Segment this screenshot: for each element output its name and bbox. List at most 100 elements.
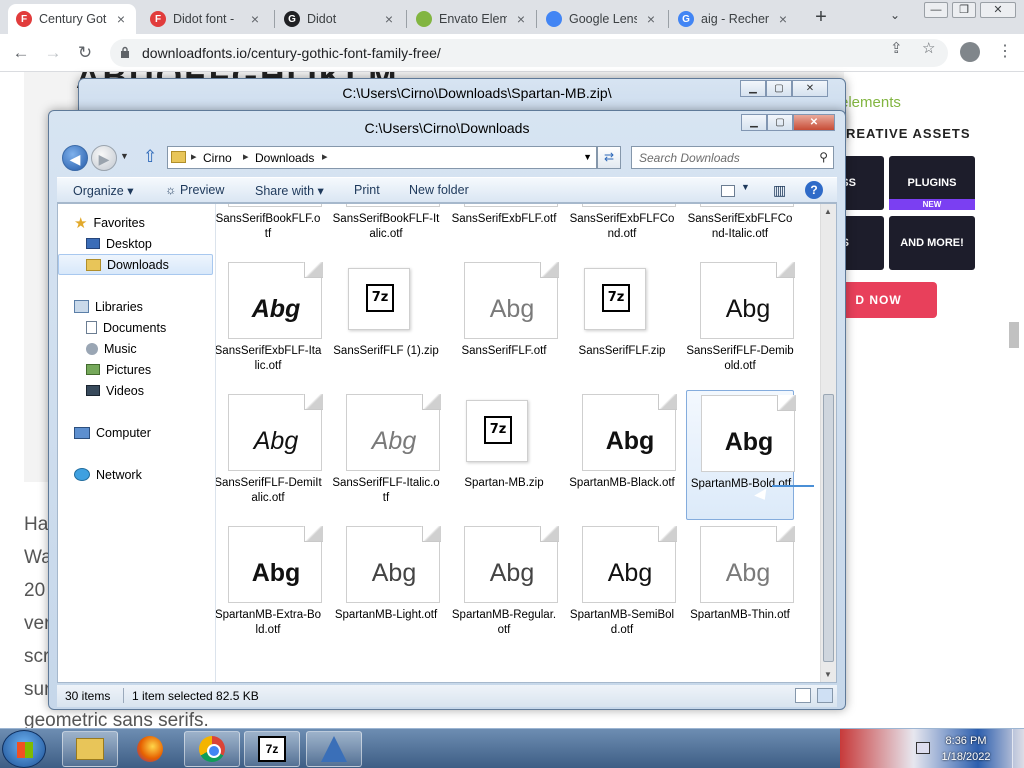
network-tray-icon[interactable]	[916, 742, 930, 754]
envato-logo[interactable]: elements	[840, 94, 901, 111]
nav-documents[interactable]: Documents	[86, 317, 166, 338]
explorer-maximize-button[interactable]: ▢	[767, 114, 793, 131]
up-folder-icon[interactable]: ⇧	[143, 147, 157, 167]
print-button[interactable]: Print	[354, 183, 380, 197]
show-desktop-button[interactable]	[1012, 729, 1024, 768]
taskbar-firefox[interactable]	[122, 731, 178, 767]
breadcrumb-cirno[interactable]: Cirno	[203, 151, 232, 165]
help-icon[interactable]: ?	[805, 181, 823, 199]
search-icon[interactable]: ⚲	[819, 150, 828, 164]
nav-network[interactable]: Network	[74, 464, 142, 485]
vertical-scrollbar[interactable]: ▲ ▼	[820, 204, 836, 682]
font-file-item[interactable]: Abg SpartanMB-Bold.otf	[686, 390, 796, 520]
nav-music[interactable]: Music	[86, 338, 137, 359]
refresh-icon[interactable]: ⇄	[597, 146, 621, 169]
restore-button[interactable]: ❐	[952, 2, 976, 18]
font-file-item[interactable]: Abg SpartanMB-Thin.otf	[686, 522, 795, 652]
breadcrumb-chevron-icon[interactable]: ▸	[191, 150, 197, 163]
font-file-item[interactable]: Abg SansSerifFLF-Demibold.otf	[686, 258, 795, 388]
tab-close-icon[interactable]: ×	[382, 11, 396, 27]
browser-tab[interactable]: Gaig - Recher ×	[670, 4, 798, 34]
tab-close-icon[interactable]: ×	[514, 11, 528, 27]
taskbar-app[interactable]	[306, 731, 362, 767]
address-breadcrumb[interactable]: ▸ Cirno ▸ Downloads ▸ ▼	[167, 146, 597, 169]
font-file-item[interactable]: Abg SansSerifFLF-Italic.otf	[332, 390, 441, 520]
font-file-item[interactable]: Abg SpartanMB-Light.otf	[332, 522, 441, 652]
nav-downloads[interactable]: Downloads	[58, 254, 213, 275]
taskbar-chrome[interactable]	[184, 731, 240, 767]
nav-libraries[interactable]: Libraries	[74, 296, 143, 317]
tab-close-icon[interactable]: ×	[114, 11, 128, 27]
preview-button[interactable]: ☼ Preview	[165, 183, 224, 197]
scroll-up-arrow-icon[interactable]: ▲	[824, 207, 832, 216]
url-text[interactable]: downloadfonts.io/century-gothic-font-fam…	[142, 45, 441, 61]
browser-tab[interactable]: Google Lens ×	[538, 4, 666, 34]
font-file-item[interactable]: Abg SansSerifBookFLF-Italic.otf	[332, 204, 440, 256]
forward-arrow-icon[interactable]: ▶	[91, 145, 117, 171]
chrome-menu-icon[interactable]: ⋮	[997, 42, 1013, 62]
address-bar[interactable]: downloadfonts.io/century-gothic-font-fam…	[110, 39, 948, 67]
zip-file-item[interactable]: 7z SansSerifFLF.zip	[568, 258, 676, 388]
address-dropdown-icon[interactable]: ▼	[583, 152, 592, 162]
scroll-down-arrow-icon[interactable]: ▼	[824, 670, 832, 679]
close-window-button[interactable]: ✕	[980, 2, 1016, 18]
preview-pane-icon[interactable]: ▥	[773, 182, 786, 199]
font-file-item[interactable]: Abg SansSerifExbFLF.otf	[450, 204, 558, 256]
nav-videos[interactable]: Videos	[86, 380, 144, 401]
font-file-item[interactable]: Abg SansSerifExbFLFCond-Italic.otf	[686, 204, 794, 256]
share-icon[interactable]: ⇪	[890, 39, 903, 57]
browser-tab[interactable]: Envato Elem ×	[408, 4, 536, 34]
profile-avatar[interactable]	[960, 42, 980, 62]
taskbar-7zip[interactable]: 7z	[244, 731, 300, 767]
minimize-button[interactable]: —	[924, 2, 948, 18]
font-file-item[interactable]: Abg SansSerifExbFLFCond.otf	[568, 204, 676, 256]
zip-maximize-button[interactable]: ▢	[766, 80, 792, 97]
taskbar-explorer[interactable]	[62, 731, 118, 767]
zip-file-item[interactable]: 7z SansSerifFLF (1).zip	[332, 258, 440, 388]
envato-tile-more[interactable]: AND MORE!	[889, 216, 975, 270]
back-arrow-icon[interactable]: ◀	[62, 145, 88, 171]
bookmark-star-icon[interactable]: ☆	[922, 39, 935, 57]
new-folder-button[interactable]: New folder	[409, 183, 469, 197]
font-file-item[interactable]: Abg SpartanMB-Extra-Bold.otf	[216, 522, 323, 652]
tab-close-icon[interactable]: ×	[776, 11, 790, 27]
page-scrollbar-thumb[interactable]	[1009, 322, 1019, 348]
browser-tab[interactable]: G Didot ×	[276, 4, 404, 34]
search-input[interactable]: Search Downloads ⚲	[631, 146, 834, 169]
font-file-item[interactable]: Abg SansSerifFLF.otf	[450, 258, 559, 388]
organize-button[interactable]: Organize ▾	[73, 183, 133, 198]
scrollbar-thumb[interactable]	[823, 394, 834, 662]
breadcrumb-chevron-icon[interactable]: ▸	[322, 150, 328, 163]
nav-computer[interactable]: Computer	[74, 422, 151, 443]
nav-pictures[interactable]: Pictures	[86, 359, 151, 380]
zip-file-item[interactable]: 7z Spartan-MB.zip	[450, 390, 558, 520]
view-dropdown-icon[interactable]: ▼	[741, 182, 750, 192]
font-file-item[interactable]: Abg SansSerifExbFLF-Italic.otf	[216, 258, 323, 388]
nav-desktop[interactable]: Desktop	[86, 233, 152, 254]
tab-search-chevron-icon[interactable]: ⌄	[890, 8, 900, 22]
tab-close-icon[interactable]: ×	[644, 11, 658, 27]
share-with-button[interactable]: Share with ▾	[255, 183, 324, 198]
back-arrow-icon[interactable]: ←	[10, 42, 32, 64]
font-file-item[interactable]: Abg SpartanMB-SemiBold.otf	[568, 522, 677, 652]
nav-favorites[interactable]: ★ Favorites	[74, 212, 145, 233]
zip-minimize-button[interactable]: ▁	[740, 80, 766, 97]
font-file-item[interactable]: Abg SpartanMB-Black.otf	[568, 390, 677, 520]
recent-locations-chevron-icon[interactable]: ▼	[120, 151, 129, 161]
browser-tab[interactable]: F Century Got ×	[8, 4, 136, 34]
start-button[interactable]	[2, 730, 46, 768]
font-file-item[interactable]: Abg SpartanMB-Regular.otf	[450, 522, 559, 652]
explorer-close-button[interactable]: ✕	[793, 114, 835, 131]
explorer-window[interactable]: C:\Users\Cirno\Downloads ▁ ▢ ✕ ◀ ▶ ▼ ⇧ ▸…	[48, 110, 846, 710]
explorer-minimize-button[interactable]: ▁	[741, 114, 767, 131]
forward-arrow-icon[interactable]: →	[42, 42, 64, 64]
breadcrumb-downloads[interactable]: Downloads	[255, 151, 314, 165]
reload-icon[interactable]: ↻	[74, 42, 96, 64]
details-view-icon[interactable]	[795, 688, 811, 703]
browser-tab[interactable]: F Didot font - ×	[142, 4, 270, 34]
font-file-item[interactable]: Abg SansSerifBookFLF.otf	[216, 204, 322, 256]
breadcrumb-chevron-icon[interactable]: ▸	[243, 150, 249, 163]
tab-close-icon[interactable]: ×	[248, 11, 262, 27]
envato-tile-plugins[interactable]: PLUGINS NEW	[889, 156, 975, 210]
large-icons-view-icon[interactable]	[817, 688, 833, 703]
